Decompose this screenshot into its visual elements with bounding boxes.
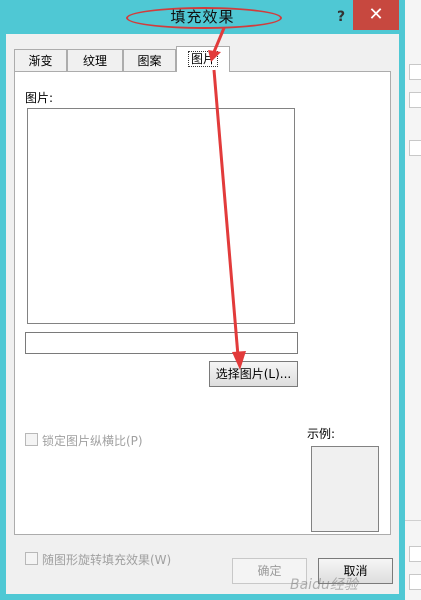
tab-label: 图案 — [137, 54, 162, 68]
picture-preview — [27, 108, 295, 324]
background-window-control — [409, 64, 421, 80]
background-window-control — [409, 92, 421, 108]
watermark-logo: Baidu经验 — [290, 577, 358, 593]
dialog-body: 渐变 纹理 图案 图片 图片: 选择图片(L)... 锁定图片纵横比(P) 示例… — [6, 34, 399, 594]
sample-label: 示例: — [307, 427, 336, 441]
tab-picture[interactable]: 图片 — [176, 46, 230, 72]
background-window-control — [409, 546, 421, 562]
select-picture-button[interactable]: 选择图片(L)... — [209, 361, 298, 387]
lock-aspect-ratio-row[interactable]: 锁定图片纵横比(P) — [25, 433, 143, 449]
lock-aspect-ratio-checkbox[interactable] — [25, 433, 38, 446]
close-button[interactable]: ✕ — [353, 0, 399, 30]
rotate-with-shape-checkbox[interactable] — [25, 552, 38, 565]
fill-effects-dialog: 填充效果 ? ✕ 渐变 纹理 图案 图片 图片: 选择图片(L)... 锁定图片… — [0, 0, 405, 600]
tab-label: 纹理 — [82, 54, 107, 68]
lock-aspect-ratio-label: 锁定图片纵横比(P) — [42, 434, 143, 448]
picture-tab-panel: 图片: 选择图片(L)... 锁定图片纵横比(P) 示例: 随图形旋转填充效果(… — [14, 71, 391, 567]
tab-gradient[interactable]: 渐变 — [14, 49, 67, 71]
help-button[interactable]: ? — [332, 6, 350, 28]
tab-label: 图片 — [187, 51, 218, 67]
tab-texture[interactable]: 纹理 — [67, 49, 123, 71]
background-window-control — [409, 574, 421, 590]
tab-label: 渐变 — [28, 54, 53, 68]
title-highlight-annotation — [126, 7, 282, 29]
background-divider — [405, 520, 421, 521]
background-window-control — [409, 140, 421, 156]
background-window — [405, 0, 421, 600]
rotate-with-shape-label: 随图形旋转填充效果(W) — [42, 553, 172, 567]
close-icon: ✕ — [368, 4, 384, 25]
picture-filename-field[interactable] — [25, 332, 298, 354]
rotate-with-shape-row[interactable]: 随图形旋转填充效果(W) — [25, 552, 171, 568]
tab-pattern[interactable]: 图案 — [123, 49, 176, 71]
picture-label: 图片: — [25, 91, 54, 105]
sample-preview — [311, 446, 379, 532]
